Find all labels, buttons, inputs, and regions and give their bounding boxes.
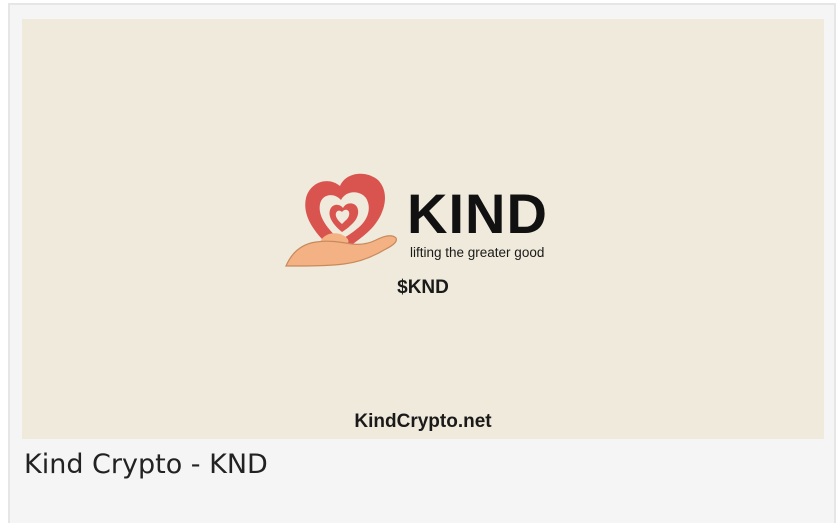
brand-wordmark: KIND bbox=[407, 182, 548, 245]
heart-in-hand-icon bbox=[285, 173, 397, 267]
ticker-symbol: $KND bbox=[397, 277, 449, 298]
link-card[interactable]: KIND lifting the greater good $KND KindC… bbox=[8, 3, 836, 523]
preview-image[interactable]: KIND lifting the greater good $KND KindC… bbox=[22, 19, 824, 439]
card-caption[interactable]: Kind Crypto - KND bbox=[24, 449, 268, 480]
brand-tagline: lifting the greater good bbox=[410, 245, 545, 260]
website-text: KindCrypto.net bbox=[354, 411, 492, 432]
kind-logo: KIND lifting the greater good bbox=[284, 162, 564, 272]
